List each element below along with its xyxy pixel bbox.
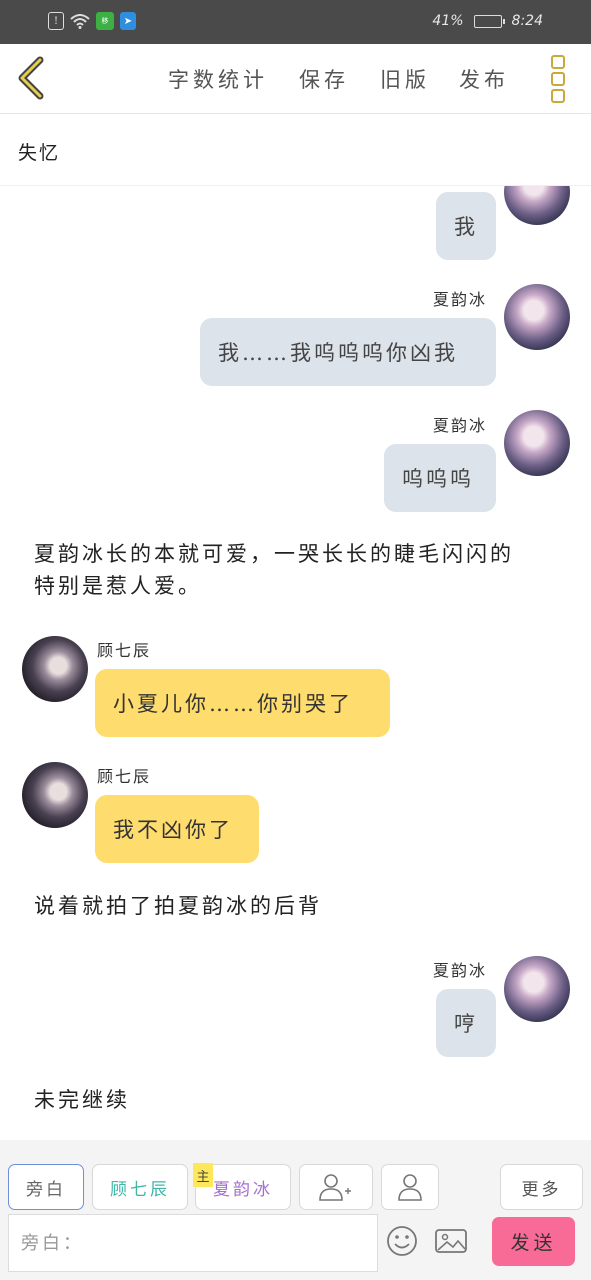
app-icon: ➤	[120, 12, 136, 30]
main-role-tag: 主	[193, 1163, 213, 1187]
emoji-button[interactable]	[385, 1224, 421, 1260]
word-count-button[interactable]: 字数统计	[168, 64, 268, 94]
message-bubble[interactable]: 我	[436, 192, 496, 260]
role-manage-button[interactable]	[381, 1164, 439, 1210]
message-bubble[interactable]: 呜呜呜	[384, 444, 496, 512]
chevron-left-icon	[18, 56, 44, 100]
battery-percent: 41%	[432, 13, 464, 29]
speaker-name: 夏韵冰	[433, 416, 488, 435]
toolbar: 字数统计 保存 旧版 发布	[0, 44, 591, 114]
add-user-icon	[319, 1174, 351, 1201]
speaker-name: 顾七辰	[97, 767, 152, 786]
avatar-xia-yunbing[interactable]	[504, 956, 570, 1022]
more-button[interactable]: 更多	[500, 1164, 583, 1210]
narration-line: 特别是惹人爱。	[34, 574, 202, 598]
add-role-button[interactable]	[299, 1164, 373, 1210]
alert-icon: !	[48, 12, 64, 30]
send-button[interactable]: 发送	[492, 1217, 575, 1266]
publish-button[interactable]: 发布	[459, 64, 509, 94]
narration-line: 夏韵冰长的本就可爱，一哭长长的睫毛闪闪的	[34, 542, 514, 566]
sim-icon: 移	[96, 12, 114, 30]
user-icon	[398, 1174, 422, 1201]
avatar-xia-yunbing[interactable]	[504, 284, 570, 350]
menu-button[interactable]	[551, 55, 567, 103]
message-bubble[interactable]: 小夏儿你……你别哭了	[95, 669, 390, 737]
menu-dot-icon	[551, 72, 565, 86]
old-version-button[interactable]: 旧版	[380, 64, 430, 94]
message-bubble[interactable]: 哼	[436, 989, 496, 1057]
wifi-icon	[70, 14, 90, 29]
avatar-xia-yunbing[interactable]	[504, 186, 570, 225]
battery-icon	[473, 14, 505, 28]
narration-text[interactable]: 未完继续	[34, 1084, 130, 1116]
menu-dot-icon	[551, 55, 565, 69]
narration-line: 未完继续	[34, 1088, 130, 1112]
message-bubble[interactable]: 我……我呜呜呜你凶我	[200, 318, 496, 386]
avatar-gu-qichen[interactable]	[22, 636, 88, 702]
clock: 8:24	[511, 13, 543, 29]
image-icon	[435, 1229, 467, 1253]
smiley-icon	[387, 1226, 417, 1256]
menu-dot-icon	[551, 89, 565, 103]
message-bubble[interactable]: 我不凶你了	[95, 795, 259, 863]
speaker-name: 顾七辰	[97, 641, 152, 660]
speaker-name: 夏韵冰	[433, 290, 488, 309]
speaker-name: 夏韵冰	[433, 961, 488, 980]
narration-text[interactable]: 夏韵冰长的本就可爱，一哭长长的睫毛闪闪的 特别是惹人爱。	[34, 538, 514, 602]
image-button[interactable]	[434, 1224, 470, 1260]
composer-panel: 旁白 顾七辰 夏韵冰 更多 发送	[0, 1140, 591, 1280]
chat-area[interactable]: 我 夏韵冰 我……我呜呜呜你凶我 夏韵冰 呜呜呜 夏韵冰长的本就可爱，一哭长长的…	[0, 186, 591, 1140]
save-button[interactable]: 保存	[299, 64, 349, 94]
avatar-gu-qichen[interactable]	[22, 762, 88, 828]
avatar-xia-yunbing[interactable]	[504, 410, 570, 476]
story-title-row[interactable]: 失忆	[0, 114, 591, 186]
message-input[interactable]	[8, 1214, 378, 1272]
story-title: 失忆	[18, 142, 61, 164]
status-bar: ! 移 ➤ 41% 8:24	[0, 0, 591, 44]
role-gu-qichen-button[interactable]: 顾七辰	[92, 1164, 188, 1210]
narration-text[interactable]: 说着就拍了拍夏韵冰的后背	[34, 890, 322, 922]
narration-line: 说着就拍了拍夏韵冰的后背	[34, 894, 322, 918]
back-button[interactable]	[14, 56, 48, 100]
role-narrator-button[interactable]: 旁白	[8, 1164, 84, 1210]
